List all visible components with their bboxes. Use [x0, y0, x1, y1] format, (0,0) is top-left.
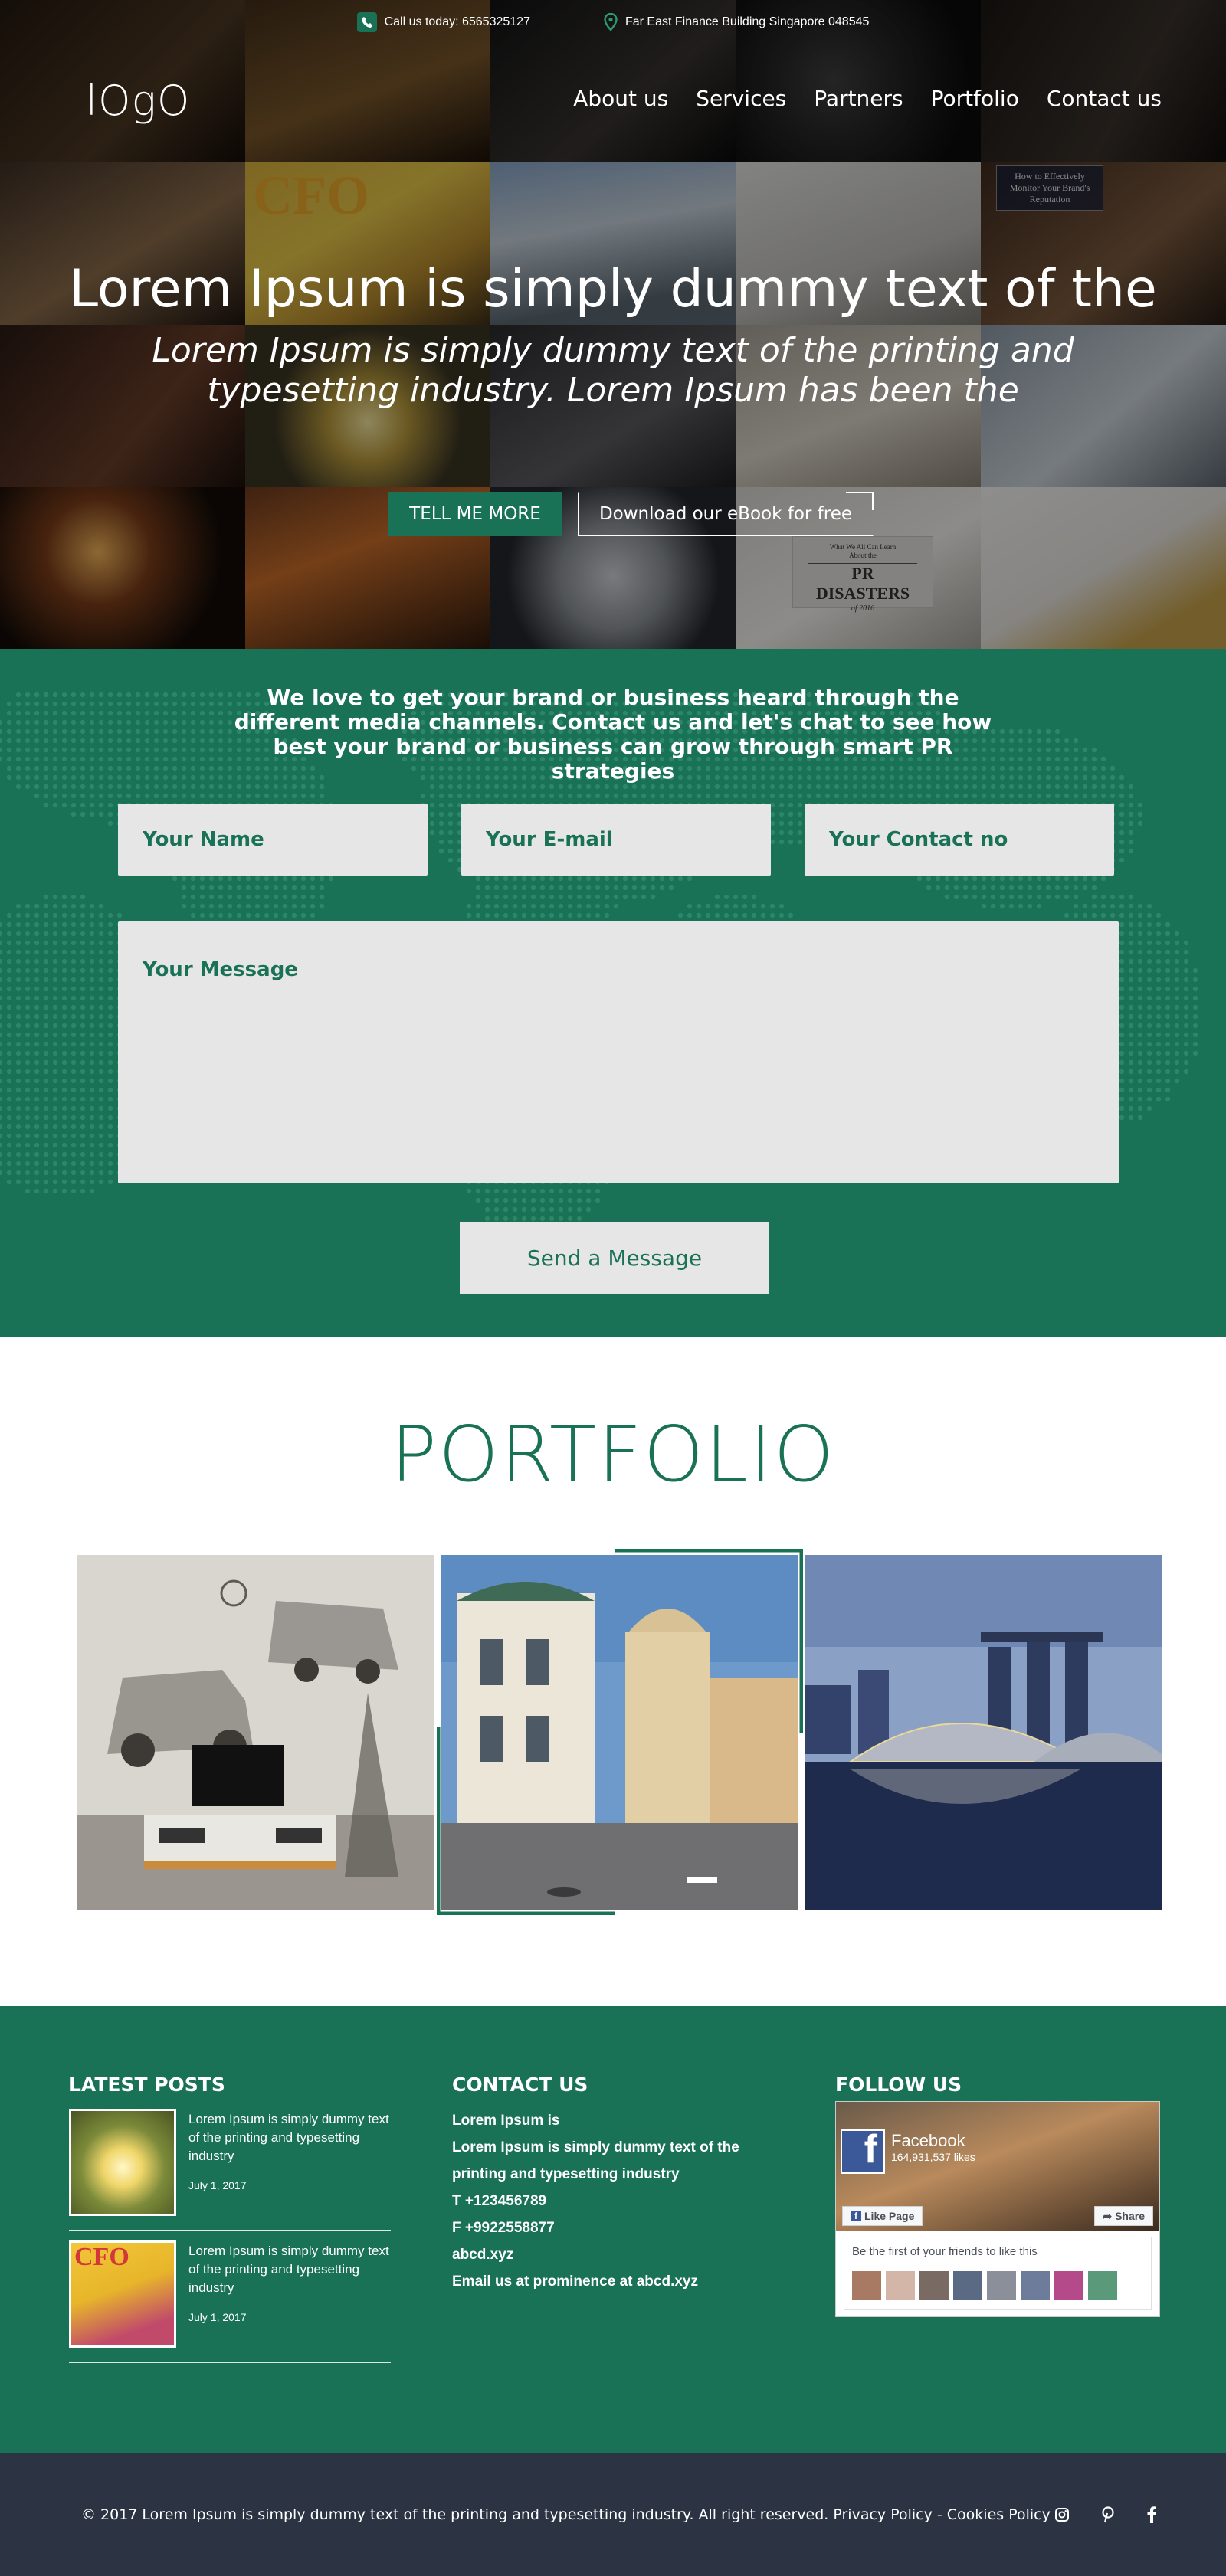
share-icon: ➦	[1103, 2209, 1113, 2222]
portfolio-section: PORTFOLIO	[0, 1337, 1226, 2006]
avatar[interactable]	[920, 2271, 949, 2300]
latest-posts-title: LATEST POSTS	[69, 2074, 225, 2096]
singapore-skyline-photo	[805, 1555, 1162, 1910]
facebook-likes-count: 164,931,537 likes	[891, 2151, 975, 2163]
avatar[interactable]	[852, 2271, 881, 2300]
post-thumbnail-magazine: CFO	[69, 2240, 176, 2348]
portfolio-item-singapore-skyline[interactable]	[805, 1555, 1162, 1910]
portfolio-item-street-building[interactable]	[441, 1555, 798, 1910]
avatar[interactable]	[1021, 2271, 1050, 2300]
facebook-like-page-button[interactable]: f Like Page	[842, 2206, 923, 2226]
top-info-bar: Call us today: 6565325127 Far East Finan…	[0, 12, 1226, 32]
map-pin-icon	[604, 13, 618, 31]
avatar[interactable]	[1088, 2271, 1117, 2300]
message-textarea[interactable]	[118, 921, 1119, 1183]
contact-line: Lorem Ipsum is	[452, 2113, 560, 2129]
copyright-text: © 2017 Lorem Ipsum is simply dummy text …	[81, 2506, 1051, 2523]
contact-email[interactable]: Email us at prominence at abcd.xyz	[452, 2268, 774, 2295]
nav-contact-us[interactable]: Contact us	[1047, 86, 1162, 111]
post-text[interactable]: Lorem Ipsum is simply dummy text of the …	[188, 2242, 395, 2297]
facebook-page-name[interactable]: Facebook	[891, 2131, 965, 2151]
avatar[interactable]	[987, 2271, 1016, 2300]
post-text[interactable]: Lorem Ipsum is simply dummy text of the …	[188, 2110, 395, 2165]
avatar[interactable]	[886, 2271, 915, 2300]
download-ebook-button[interactable]: Download our eBook for free	[578, 492, 874, 536]
footer-section: LATEST POSTS Lorem Ipsum is simply dummy…	[0, 2006, 1226, 2453]
contact-details: Lorem Ipsum is Lorem Ipsum is simply dum…	[452, 2107, 774, 2295]
facebook-friends-box: Be the first of your friends to like thi…	[844, 2237, 1152, 2310]
hero-buttons: TELL ME MORE Download our eBook for free	[388, 492, 874, 536]
pinterest-icon[interactable]	[1100, 2506, 1116, 2523]
phone-text[interactable]: Call us today: 6565325127	[385, 15, 530, 29]
tell-me-more-button[interactable]: TELL ME MORE	[388, 492, 562, 536]
hero-subtitle: Lorem Ipsum is simply dummy text of the …	[152, 331, 1074, 410]
hero-title: Lorem Ipsum is simply dummy text of the	[69, 259, 1157, 319]
street-building-photo	[441, 1555, 798, 1910]
facebook-page-widget[interactable]: f Facebook 164,931,537 likes f Like Page…	[835, 2101, 1160, 2317]
post-date: July 1, 2017	[188, 2311, 247, 2323]
address-info: Far East Finance Building Singapore 0485…	[604, 12, 869, 32]
post-divider	[69, 2230, 391, 2231]
thumb-magazine-text: CFO	[74, 2243, 129, 2271]
contact-website[interactable]: abcd.xyz	[452, 2241, 774, 2268]
contact-section: We love to get your brand or business he…	[0, 649, 1226, 1337]
vintage-room-illustration	[77, 1555, 434, 1910]
facebook-friends-text: Be the first of your friends to like thi…	[852, 2245, 1038, 2258]
contact-line: Lorem Ipsum is simply dummy text of the …	[452, 2139, 739, 2182]
post-thumbnail-flower	[69, 2109, 176, 2216]
post-date: July 1, 2017	[188, 2179, 247, 2191]
nav-portfolio[interactable]: Portfolio	[931, 86, 1019, 111]
like-page-label: Like Page	[864, 2210, 915, 2222]
nav-about-us[interactable]: About us	[573, 86, 668, 111]
send-message-button[interactable]: Send a Message	[460, 1222, 769, 1294]
avatar[interactable]	[953, 2271, 982, 2300]
avatar[interactable]	[1054, 2271, 1083, 2300]
contact-fax: F +9922558877	[452, 2220, 555, 2236]
nav-partners[interactable]: Partners	[814, 86, 903, 111]
hero-section: CFO How to Effectively Monitor Your Bran…	[0, 0, 1226, 649]
portfolio-title: PORTFOLIO	[390, 1409, 836, 1499]
social-links	[1054, 2506, 1157, 2523]
contact-intro-text: We love to get your brand or business he…	[234, 685, 992, 784]
facebook-logo-icon: f	[841, 2127, 885, 2174]
share-label: Share	[1115, 2210, 1145, 2222]
nav-services[interactable]: Services	[696, 86, 786, 111]
email-input[interactable]	[461, 804, 771, 876]
follow-us-title: FOLLOW US	[835, 2074, 962, 2096]
phone-icon	[356, 12, 377, 32]
facebook-icon[interactable]	[1146, 2506, 1157, 2523]
post-divider	[69, 2362, 391, 2363]
address-text: Far East Finance Building Singapore 0485…	[624, 15, 870, 28]
main-nav: About us Services Partners Portfolio Con…	[573, 86, 1162, 111]
facebook-friend-avatars	[852, 2271, 1117, 2300]
bottom-bar: © 2017 Lorem Ipsum is simply dummy text …	[0, 2453, 1226, 2576]
contact-number-input[interactable]	[805, 804, 1114, 876]
facebook-icon: f	[851, 2211, 861, 2221]
contact-phone[interactable]: T +123456789	[452, 2188, 774, 2214]
name-input[interactable]	[118, 804, 428, 876]
contact-us-title: CONTACT US	[452, 2074, 588, 2096]
phone-info: Call us today: 6565325127	[356, 12, 530, 32]
facebook-share-button[interactable]: ➦ Share	[1094, 2206, 1153, 2226]
portfolio-item-vintage-room[interactable]	[77, 1555, 434, 1910]
instagram-icon[interactable]	[1054, 2507, 1070, 2522]
site-logo[interactable]: lOgO	[86, 77, 190, 125]
